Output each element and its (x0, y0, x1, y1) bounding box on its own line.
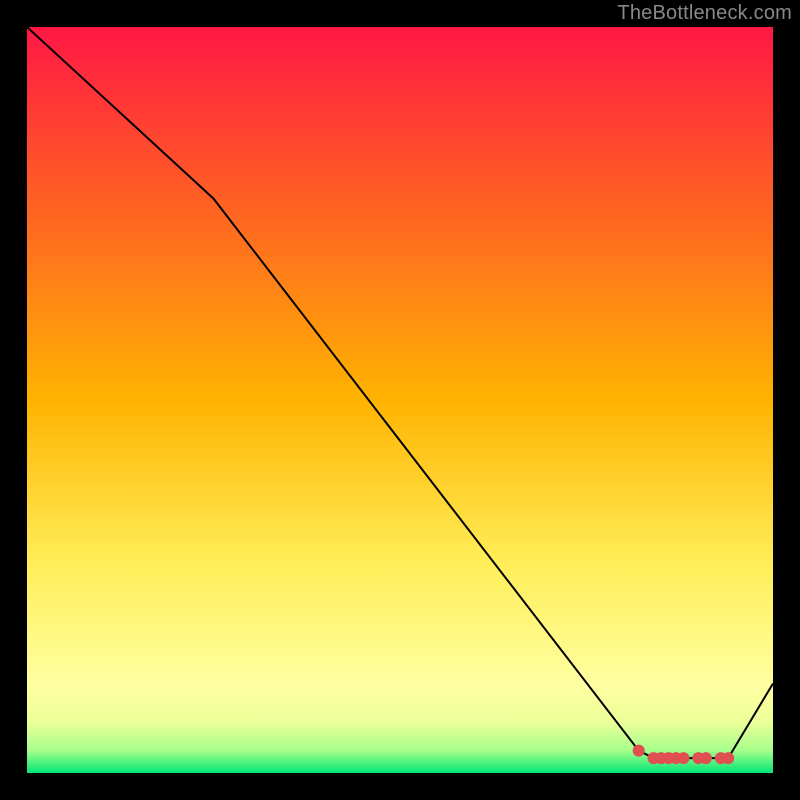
chart-svg (27, 27, 773, 773)
chart-marker (633, 745, 645, 757)
plot-area (27, 27, 773, 773)
chart-marker (678, 752, 690, 764)
chart-marker (700, 752, 712, 764)
chart-background (27, 27, 773, 773)
chart-marker (722, 752, 734, 764)
attribution-label: TheBottleneck.com (617, 2, 792, 25)
chart-container: TheBottleneck.com (0, 0, 800, 800)
